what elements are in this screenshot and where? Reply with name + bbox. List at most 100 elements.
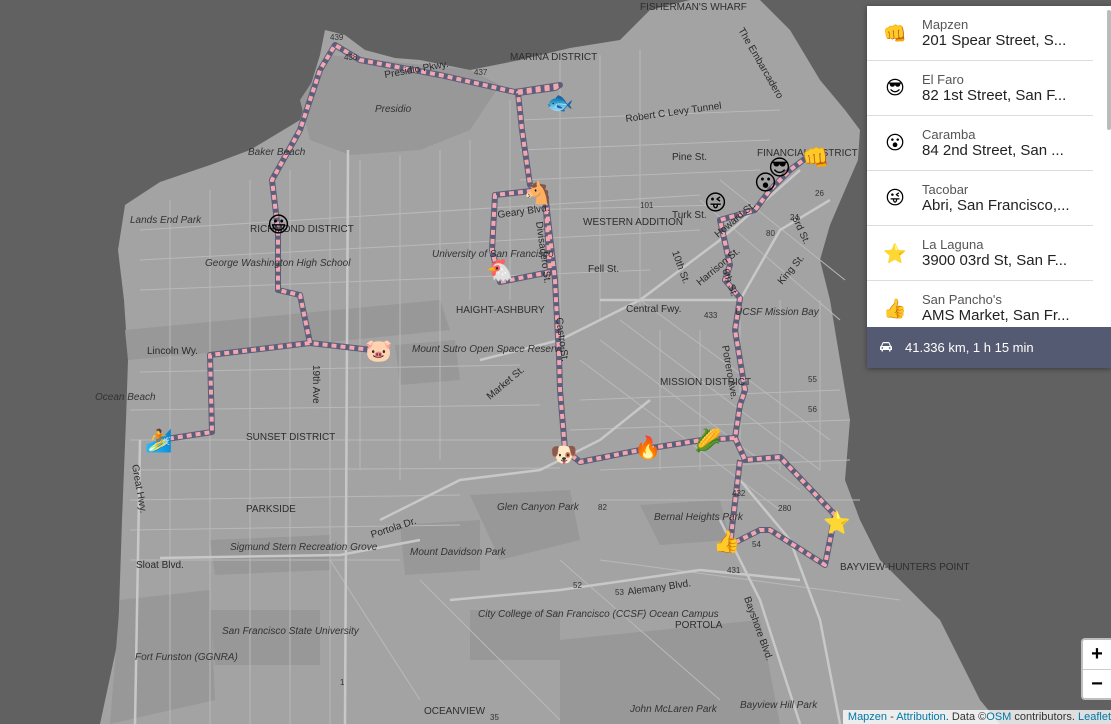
district-label: RICHMOND DISTRICT: [250, 224, 354, 235]
thumbs-up-icon: 👍: [883, 297, 907, 320]
street-label: Fell St.: [588, 264, 619, 275]
car-icon: [879, 340, 899, 355]
star-icon: ⭐: [883, 242, 907, 265]
attribution-separator: -: [887, 711, 897, 723]
street-label: Pine St.: [672, 152, 707, 163]
leaflet-link[interactable]: Leaflet: [1078, 711, 1111, 723]
highway-shield: 431: [727, 566, 741, 575]
street-label: Central Fwy.: [626, 304, 681, 315]
sunglasses-face-icon: 😎: [885, 77, 905, 99]
place-label: City College of San Francisco (CCSF) Oce…: [478, 609, 719, 620]
place-label: Fort Funston (GGNRA): [135, 652, 238, 663]
marker-chicken-icon[interactable]: 🐔: [486, 258, 513, 284]
highway-shield: 80: [766, 229, 775, 238]
route-list[interactable]: 👊 Mapzen 201 Spear Street, S... 😎 El Far…: [867, 6, 1111, 326]
route-summary: 41.336 km, 1 h 15 min: [867, 327, 1111, 368]
place-label: Mount Sutro Open Space Reserve: [412, 344, 565, 355]
route-summary-text: 41.336 km, 1 h 15 min: [905, 340, 1034, 355]
attribution-bar: Mapzen - Attribution. Data ©OSM contribu…: [842, 710, 1111, 724]
street-label: 19th Ave: [310, 365, 321, 404]
route-item-mapzen[interactable]: 👊 Mapzen 201 Spear Street, S...: [867, 6, 1093, 61]
district-label: PARKSIDE: [246, 504, 296, 515]
marker-surfer-icon[interactable]: 🏄: [145, 428, 172, 454]
contributors-text: contributors.: [1011, 711, 1078, 723]
route-item-address: 82 1st Street, San F...: [922, 87, 1067, 104]
highway-shield: 26: [815, 189, 824, 198]
route-item-address: 84 2nd Street, San ...: [922, 142, 1064, 159]
scrollbar-thumb[interactable]: [1107, 10, 1111, 130]
highway-shield: 52: [573, 581, 582, 590]
marker-tacobar-wink-icon[interactable]: 😜: [704, 191, 727, 216]
place-label: Bayview Hill Park: [740, 700, 818, 711]
marker-horse-icon[interactable]: 🐴: [524, 180, 551, 206]
marker-fire-icon[interactable]: 🔥: [634, 435, 661, 461]
place-label: Lands End Park: [130, 215, 202, 226]
street-label: Turk St.: [672, 210, 707, 221]
district-label: BAYVIEW-HUNTERS POINT: [840, 562, 970, 573]
place-label: Bernal Heights Park: [654, 512, 744, 523]
route-item-text: San Pancho's AMS Market, San Fr...: [922, 292, 1087, 324]
district-label: OCEANVIEW: [424, 706, 486, 717]
district-label: WESTERN ADDITION: [583, 217, 683, 228]
marker-caramba-surprised-icon[interactable]: 😮: [754, 171, 777, 196]
route-item-address: AMS Market, San Fr...: [922, 307, 1070, 324]
zoom-control: + −: [1081, 638, 1111, 700]
route-item-address: 201 Spear Street, S...: [922, 32, 1067, 49]
place-label: John McLaren Park: [629, 704, 718, 715]
winking-face-icon: 😜: [885, 187, 905, 209]
route-item-tacobar[interactable]: 😜 Tacobar Abri, San Francisco,...: [867, 171, 1093, 226]
marker-smile-icon[interactable]: 😃: [267, 213, 290, 238]
highway-shield: 1: [340, 678, 345, 687]
marker-pig-icon[interactable]: 🐷: [365, 339, 392, 364]
highway-shield: 280: [778, 504, 792, 513]
marker-dog-icon[interactable]: 🐶: [550, 443, 577, 468]
highway-shield: 439: [330, 33, 344, 42]
route-item-san-panchos[interactable]: 👍 San Pancho's AMS Market, San Fr...: [867, 281, 1093, 326]
highway-shield: 433: [704, 311, 718, 320]
marker-fish-icon[interactable]: 🐟: [546, 91, 573, 116]
zoom-in-button[interactable]: +: [1083, 640, 1111, 670]
marker-corn-icon[interactable]: 🌽: [694, 427, 721, 454]
route-item-caramba[interactable]: 😮 Caramba 84 2nd Street, San ...: [867, 116, 1093, 171]
place-label: Presidio: [375, 104, 412, 115]
marker-san-panchos-thumbs-up-icon[interactable]: 👍: [713, 529, 740, 555]
route-item-name: Mapzen: [922, 17, 969, 32]
highway-shield: 55: [808, 375, 817, 384]
highway-shield: 432: [732, 489, 746, 498]
district-label: SUNSET DISTRICT: [246, 432, 335, 443]
mapzen-link[interactable]: Mapzen: [848, 711, 887, 723]
route-item-text: Tacobar Abri, San Francisco,...: [922, 182, 1087, 214]
data-prefix: . Data ©: [945, 711, 987, 723]
highway-shield: 438: [344, 53, 358, 62]
osm-link[interactable]: OSM: [986, 711, 1011, 723]
route-item-name: Tacobar: [922, 182, 969, 197]
route-item-name: La Laguna: [922, 237, 984, 252]
highway-shield: 35: [490, 713, 499, 722]
place-label: George Washington High School: [205, 258, 351, 269]
surprised-face-icon: 😮: [885, 132, 905, 154]
route-item-la-laguna[interactable]: ⭐ La Laguna 3900 03rd St, San F...: [867, 226, 1093, 281]
route-item-text: El Faro 82 1st Street, San F...: [922, 72, 1087, 104]
route-item-el-faro[interactable]: 😎 El Faro 82 1st Street, San F...: [867, 61, 1093, 116]
marker-mapzen-fist-icon[interactable]: 👊: [802, 146, 829, 171]
street-label: Sloat Blvd.: [136, 560, 184, 571]
route-item-name: Caramba: [922, 127, 976, 142]
place-label: Sigmund Stern Recreation Grove: [230, 542, 378, 553]
place-label: UCSF Mission Bay: [735, 307, 820, 318]
route-item-address: 3900 03rd St, San F...: [922, 252, 1068, 269]
route-item-text: La Laguna 3900 03rd St, San F...: [922, 237, 1087, 269]
street-label: Lincoln Wy.: [147, 346, 198, 357]
highway-shield: 82: [598, 503, 607, 512]
zoom-out-button[interactable]: −: [1083, 670, 1111, 699]
highway-shield: 437: [474, 68, 488, 77]
highway-shield: 53: [615, 588, 624, 597]
place-label: San Francisco State University: [222, 626, 360, 637]
route-panel: 👊 Mapzen 201 Spear Street, S... 😎 El Far…: [867, 6, 1111, 368]
marker-la-laguna-star-icon[interactable]: ⭐: [823, 510, 850, 536]
attribution-link[interactable]: Attribution: [896, 711, 946, 723]
highway-shield: 24: [790, 213, 799, 222]
place-label: Mount Davidson Park: [410, 547, 507, 558]
route-list-scrollbar[interactable]: [1105, 6, 1111, 326]
fist-icon: 👊: [883, 22, 907, 45]
district-label: PORTOLA: [675, 620, 723, 631]
